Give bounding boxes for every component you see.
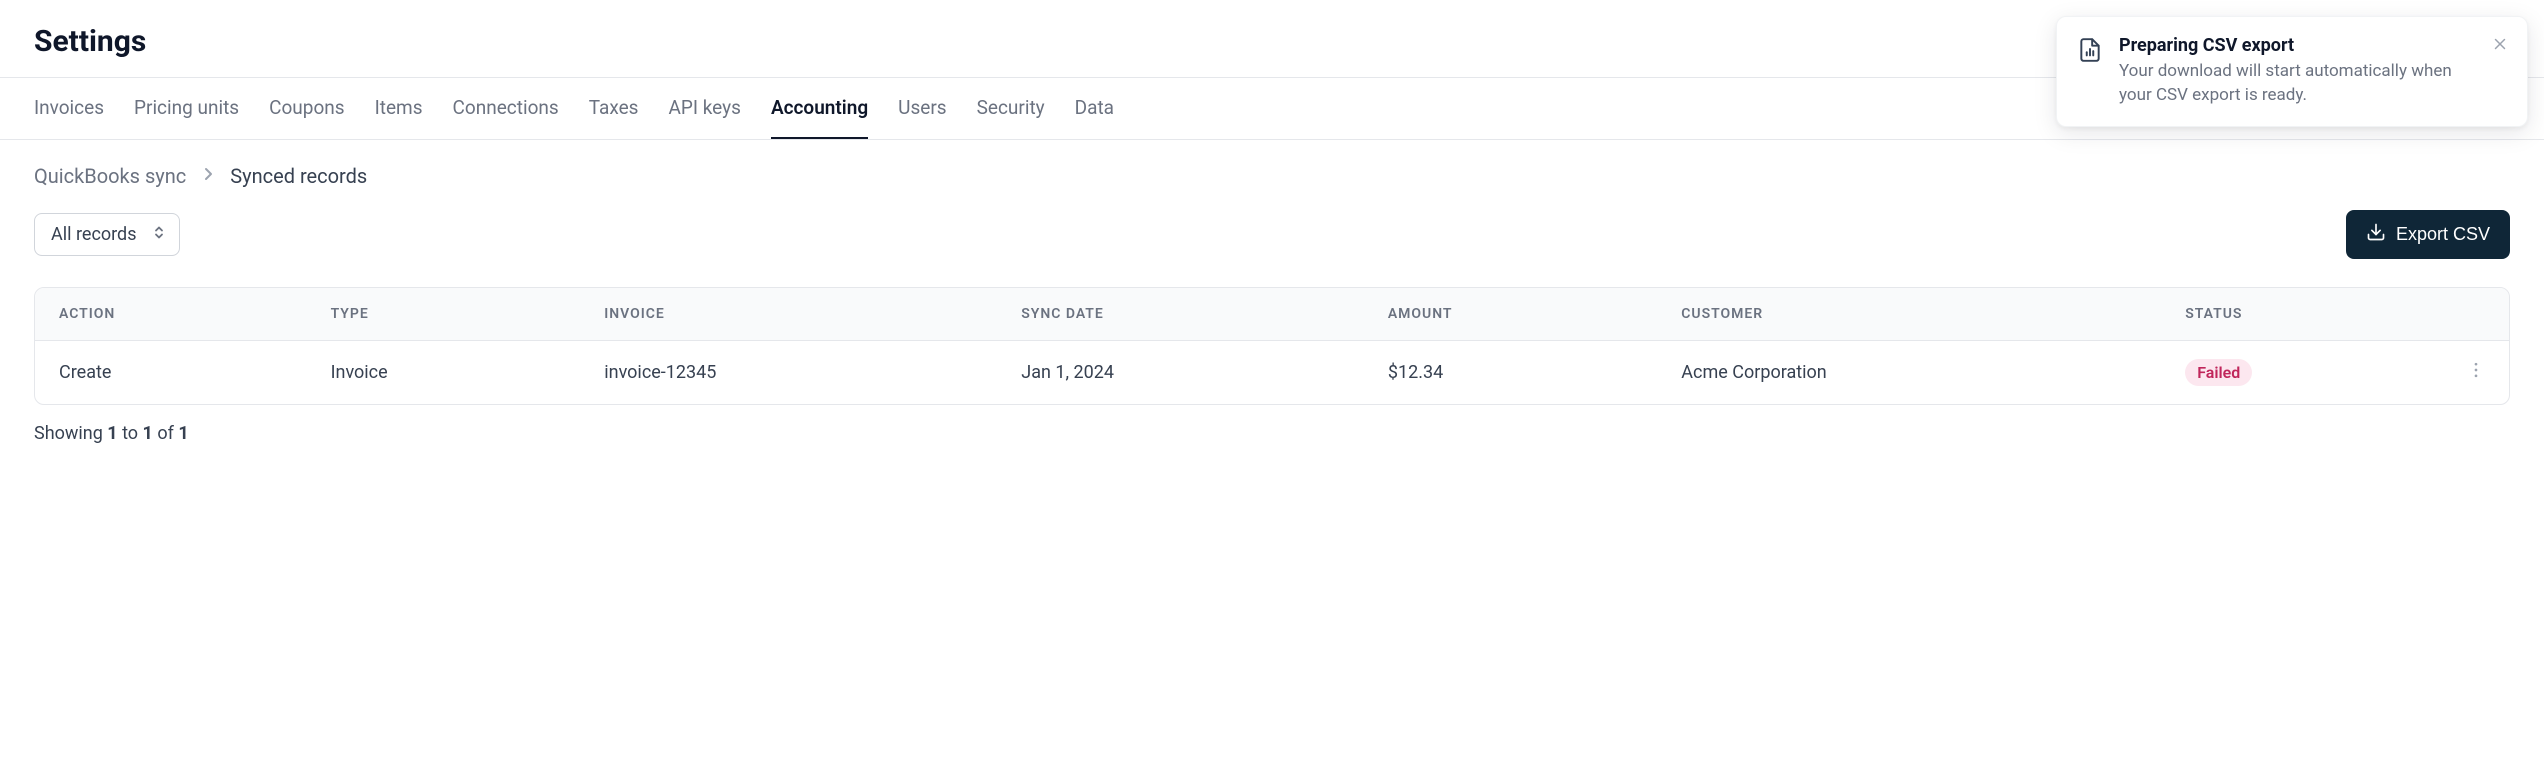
- records-filter-select[interactable]: All records: [34, 213, 180, 256]
- export-csv-button[interactable]: Export CSV: [2346, 210, 2510, 259]
- pagination-from: 1: [107, 423, 117, 444]
- cell-type: Invoice: [307, 341, 581, 405]
- cell-status: Failed: [2161, 341, 2461, 405]
- pagination-total: 1: [178, 423, 188, 444]
- status-badge: Failed: [2185, 359, 2252, 386]
- records-filter-value: All records: [51, 224, 137, 245]
- breadcrumb: QuickBooks sync Synced records: [0, 164, 2544, 210]
- col-type: TYPE: [307, 288, 581, 341]
- tab-users[interactable]: Users: [898, 96, 946, 139]
- cell-amount: $12.34: [1364, 341, 1657, 405]
- cell-sync-date: Jan 1, 2024: [997, 341, 1364, 405]
- tab-invoices[interactable]: Invoices: [34, 96, 104, 139]
- tab-data[interactable]: Data: [1075, 96, 1114, 139]
- tab-security[interactable]: Security: [977, 96, 1045, 139]
- tab-taxes[interactable]: Taxes: [589, 96, 639, 139]
- export-csv-label: Export CSV: [2396, 224, 2490, 245]
- tab-items[interactable]: Items: [375, 96, 423, 139]
- chevron-up-down-icon: [151, 224, 167, 245]
- toolbar: All records Export CSV: [0, 210, 2544, 259]
- more-vertical-icon[interactable]: [2466, 364, 2486, 385]
- pagination-mid2: of: [153, 423, 178, 444]
- toast-title: Preparing CSV export: [2119, 35, 2475, 56]
- tab-coupons[interactable]: Coupons: [269, 96, 344, 139]
- tab-accounting[interactable]: Accounting: [771, 96, 868, 139]
- table-header-row: ACTION TYPE INVOICE SYNC DATE AMOUNT CUS…: [35, 288, 2509, 341]
- tab-pricing-units[interactable]: Pricing units: [134, 96, 239, 139]
- col-actions: [2461, 288, 2509, 341]
- breadcrumb-current: Synced records: [230, 164, 367, 188]
- cell-action: Create: [35, 341, 307, 405]
- col-status: STATUS: [2161, 288, 2461, 341]
- tab-connections[interactable]: Connections: [453, 96, 559, 139]
- chevron-right-icon: [200, 166, 216, 186]
- download-icon: [2366, 222, 2386, 247]
- breadcrumb-root[interactable]: QuickBooks sync: [34, 164, 186, 188]
- pagination-prefix: Showing: [34, 423, 107, 444]
- col-invoice: INVOICE: [580, 288, 997, 341]
- document-chart-icon: [2077, 35, 2103, 67]
- cell-row-actions: [2461, 341, 2509, 405]
- pagination-info: Showing 1 to 1 of 1: [0, 423, 2544, 474]
- close-icon[interactable]: [2491, 35, 2509, 57]
- col-action: ACTION: [35, 288, 307, 341]
- cell-customer: Acme Corporation: [1657, 341, 2161, 405]
- toast-csv-export: Preparing CSV export Your download will …: [2056, 16, 2528, 127]
- pagination-to: 1: [143, 423, 153, 444]
- tab-api-keys[interactable]: API keys: [668, 96, 740, 139]
- toast-description: Your download will start automatically w…: [2119, 60, 2475, 108]
- col-amount: AMOUNT: [1364, 288, 1657, 341]
- toast-body: Preparing CSV export Your download will …: [2119, 35, 2475, 108]
- col-customer: CUSTOMER: [1657, 288, 2161, 341]
- synced-records-table: ACTION TYPE INVOICE SYNC DATE AMOUNT CUS…: [34, 287, 2510, 405]
- col-sync-date: SYNC DATE: [997, 288, 1364, 341]
- table-row: Create Invoice invoice-12345 Jan 1, 2024…: [35, 341, 2509, 405]
- pagination-mid1: to: [118, 423, 143, 444]
- cell-invoice: invoice-12345: [580, 341, 997, 405]
